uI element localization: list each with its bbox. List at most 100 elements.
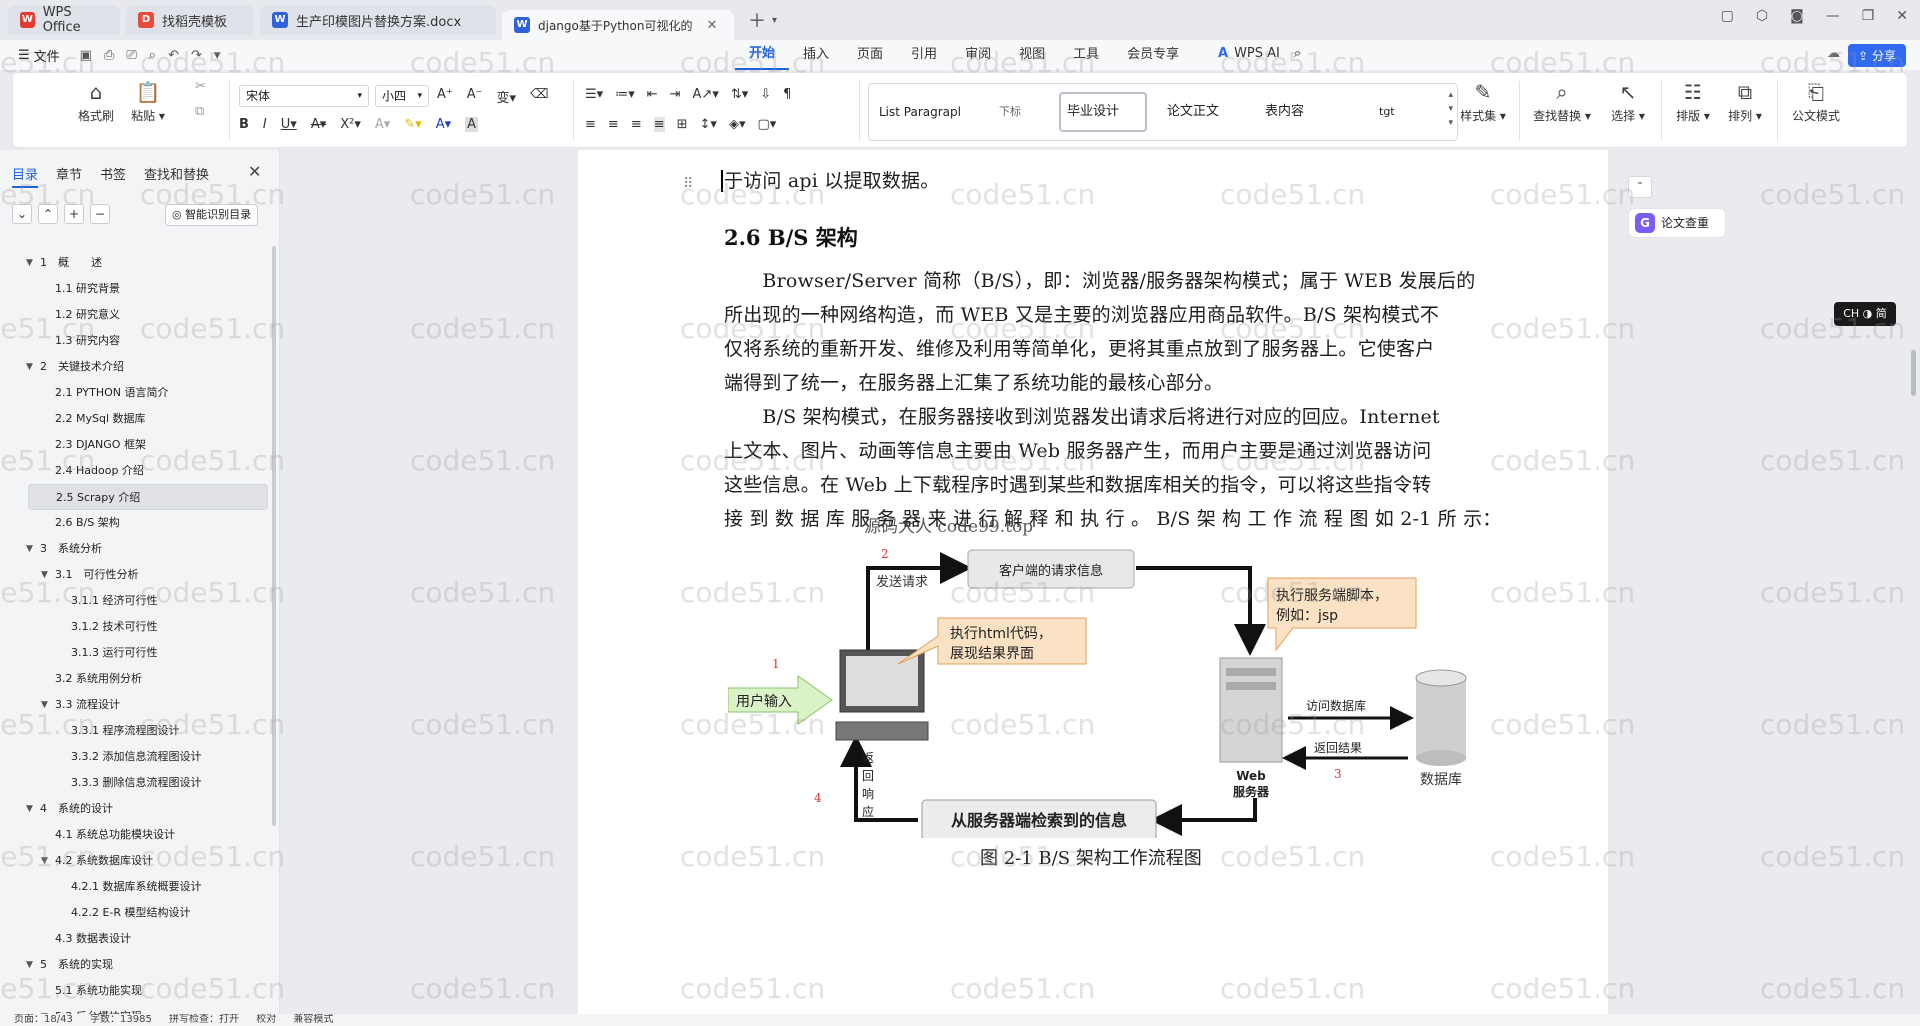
status-page[interactable]: 页面：18/43: [14, 1014, 73, 1025]
align-left-icon[interactable]: ≡: [585, 117, 596, 132]
highlight-icon[interactable]: ✎▾: [404, 117, 421, 132]
underline-icon[interactable]: U▾: [281, 117, 297, 132]
toc-item[interactable]: ▼ 4 系统的设计: [0, 796, 272, 822]
ime-indicator[interactable]: CH ◑ 简: [1834, 302, 1896, 326]
toc-item[interactable]: 3.1.1 经济可行性: [0, 588, 272, 614]
minimize-icon[interactable]: —: [1826, 8, 1840, 24]
line-spacing-icon[interactable]: ↕▾: [700, 117, 717, 132]
shading-icon[interactable]: ◈▾: [729, 117, 746, 132]
menu-tools[interactable]: 工具: [1059, 40, 1113, 70]
toc-item[interactable]: 4.3 数据表设计: [0, 926, 272, 952]
toc-item[interactable]: ▼ 5 系统的实现: [0, 952, 272, 978]
numbered-list-icon[interactable]: ≔▾: [615, 87, 635, 102]
arrange-button[interactable]: ⧉ 排列 ▾: [1721, 77, 1769, 124]
tab-chapter[interactable]: 章节: [56, 164, 82, 188]
export-icon[interactable]: ⎙: [104, 48, 114, 63]
paper-check-button[interactable]: G 论文查重: [1628, 208, 1726, 238]
cube-icon[interactable]: ⬡: [1756, 8, 1768, 24]
style-tgt[interactable]: tgt: [1379, 92, 1395, 132]
expand-triangle-icon[interactable]: ▼: [26, 354, 33, 380]
add-icon[interactable]: +: [64, 204, 84, 224]
expand-triangle-icon[interactable]: ▼: [26, 796, 33, 822]
status-words[interactable]: 字数：13985: [90, 1014, 152, 1025]
distribute-icon[interactable]: ⊞: [677, 117, 688, 132]
format-brush-button[interactable]: ⌂ 格式刷: [71, 77, 121, 124]
print-icon[interactable]: ⎚: [126, 48, 136, 63]
toc-item[interactable]: 3.1.3 运行可行性: [0, 640, 272, 666]
document-page[interactable]: ⠿ 于访问 api 以提取数据。 2.6 B/S 架构 Browser/Serv…: [578, 150, 1608, 1026]
paste-button[interactable]: 📋 粘贴 ▾: [123, 77, 173, 124]
decrease-indent-icon[interactable]: ⇤: [647, 87, 658, 102]
select-button[interactable]: ↖ 选择 ▾: [1603, 77, 1653, 124]
toc-item[interactable]: 1.2 研究意义: [0, 302, 272, 328]
toc-item[interactable]: ▼ 3 系统分析: [0, 536, 272, 562]
redo-icon[interactable]: ↷: [191, 48, 202, 63]
toc-item[interactable]: ▼ 2 关键技术介绍: [0, 354, 272, 380]
tab-bookmark[interactable]: 书签: [100, 164, 126, 188]
expand-triangle-icon[interactable]: ▼: [41, 562, 48, 588]
increase-indent-icon[interactable]: ⇥: [670, 87, 681, 102]
strikethrough-icon[interactable]: A▾: [311, 117, 326, 132]
menu-insert[interactable]: 插入: [789, 40, 843, 70]
expand-triangle-icon[interactable]: ▼: [41, 692, 48, 718]
cut-icon[interactable]: ✂: [195, 79, 206, 94]
tab-template[interactable]: D 找稻壳模板: [126, 5, 254, 35]
tab-docx-1[interactable]: W 生产印模图片替换方案.docx: [260, 5, 496, 35]
char-shading-icon[interactable]: A: [465, 117, 479, 132]
close-tab-icon[interactable]: ✕: [706, 18, 717, 33]
align-right-icon[interactable]: ≡: [631, 117, 642, 132]
menu-home[interactable]: 开始: [735, 40, 790, 70]
toc-item[interactable]: 2.6 B/S 架构: [0, 510, 272, 536]
tab-docx-active[interactable]: W django基于Python可视化的 ✕: [502, 10, 734, 40]
superscript-icon[interactable]: X²▾: [340, 117, 361, 132]
tab-list-chevron-icon[interactable]: ▾: [772, 15, 777, 26]
font-select[interactable]: 宋体 ▾: [239, 85, 369, 107]
style-graduation[interactable]: 毕业设计（论: [1059, 92, 1147, 132]
clear-format-icon[interactable]: ⌫: [530, 87, 548, 106]
show-marks-icon[interactable]: ¶: [783, 87, 791, 102]
toc-item[interactable]: 2.2 MySql 数据库: [0, 406, 272, 432]
grow-font-icon[interactable]: A⁺: [437, 87, 453, 106]
tab-toc[interactable]: 目录: [12, 164, 39, 188]
toc-item[interactable]: 3.1.2 技术可行性: [0, 614, 272, 640]
expand-triangle-icon[interactable]: ▼: [41, 848, 48, 874]
smart-toc-button[interactable]: ◎ 智能识别目录: [165, 204, 259, 226]
style-thesis-body[interactable]: 论文正文: [1167, 92, 1219, 132]
text-effect-icon[interactable]: A▾: [375, 117, 390, 132]
justify-icon[interactable]: ≡: [653, 117, 665, 132]
close-icon[interactable]: ✕: [248, 162, 261, 181]
tab-find-replace[interactable]: 查找和替换: [144, 164, 209, 188]
toc-item[interactable]: 1.3 研究内容: [0, 328, 272, 354]
font-color-icon[interactable]: A▾: [436, 117, 451, 132]
toc-item[interactable]: ▼ 3.3 流程设计: [0, 692, 272, 718]
wps-ai-button[interactable]: A WPS AI ⌕: [1218, 46, 1301, 61]
size-select[interactable]: 小四 ▾: [375, 85, 429, 107]
toc-item[interactable]: 3.3.1 程序流程图设计: [0, 718, 272, 744]
status-spellcheck[interactable]: 拼写检查：打开: [169, 1014, 239, 1025]
document-scrollbar[interactable]: [1908, 150, 1920, 1014]
expand-triangle-icon[interactable]: ▼: [26, 250, 33, 276]
toc-item[interactable]: 2.4 Hadoop 介绍: [0, 458, 272, 484]
search-icon[interactable]: ⌕: [1294, 46, 1301, 61]
restore-icon[interactable]: ❐: [1862, 8, 1875, 24]
toc-item[interactable]: 4.2.1 数据库系统概要设计: [0, 874, 272, 900]
text-direction-icon[interactable]: A↗▾: [693, 87, 719, 102]
preview-icon[interactable]: ⌕: [149, 48, 156, 63]
expand-up-icon[interactable]: ⌃: [38, 204, 58, 224]
collapse-up-icon[interactable]: ⌃: [1628, 176, 1652, 198]
expand-triangle-icon[interactable]: ▼: [26, 952, 33, 978]
find-replace-button[interactable]: ⌕ 查找替换 ▾: [1529, 77, 1595, 124]
style-set-button[interactable]: ✎ 样式集 ▾: [1453, 77, 1513, 124]
toc-item[interactable]: ▼ 3.1 可行性分析: [0, 562, 272, 588]
toc-item[interactable]: 4.1 系统总功能模块设计: [0, 822, 272, 848]
toc-item[interactable]: 3.3.3 删除信息流程图设计: [0, 770, 272, 796]
toc-item[interactable]: 5.1 系统功能实现: [0, 978, 272, 1004]
window-layout-icon[interactable]: ▢: [1721, 8, 1734, 24]
drag-handle-icon[interactable]: ⠿: [683, 176, 693, 192]
remove-icon[interactable]: −: [90, 204, 110, 224]
menu-view[interactable]: 视图: [1005, 40, 1059, 70]
doc-mode-button[interactable]: ⎗ 公文模式: [1783, 77, 1849, 124]
italic-icon[interactable]: I: [263, 117, 267, 132]
tab-wps-office[interactable]: W WPS Office: [8, 5, 120, 35]
bullet-list-icon[interactable]: ☰▾: [585, 87, 603, 102]
